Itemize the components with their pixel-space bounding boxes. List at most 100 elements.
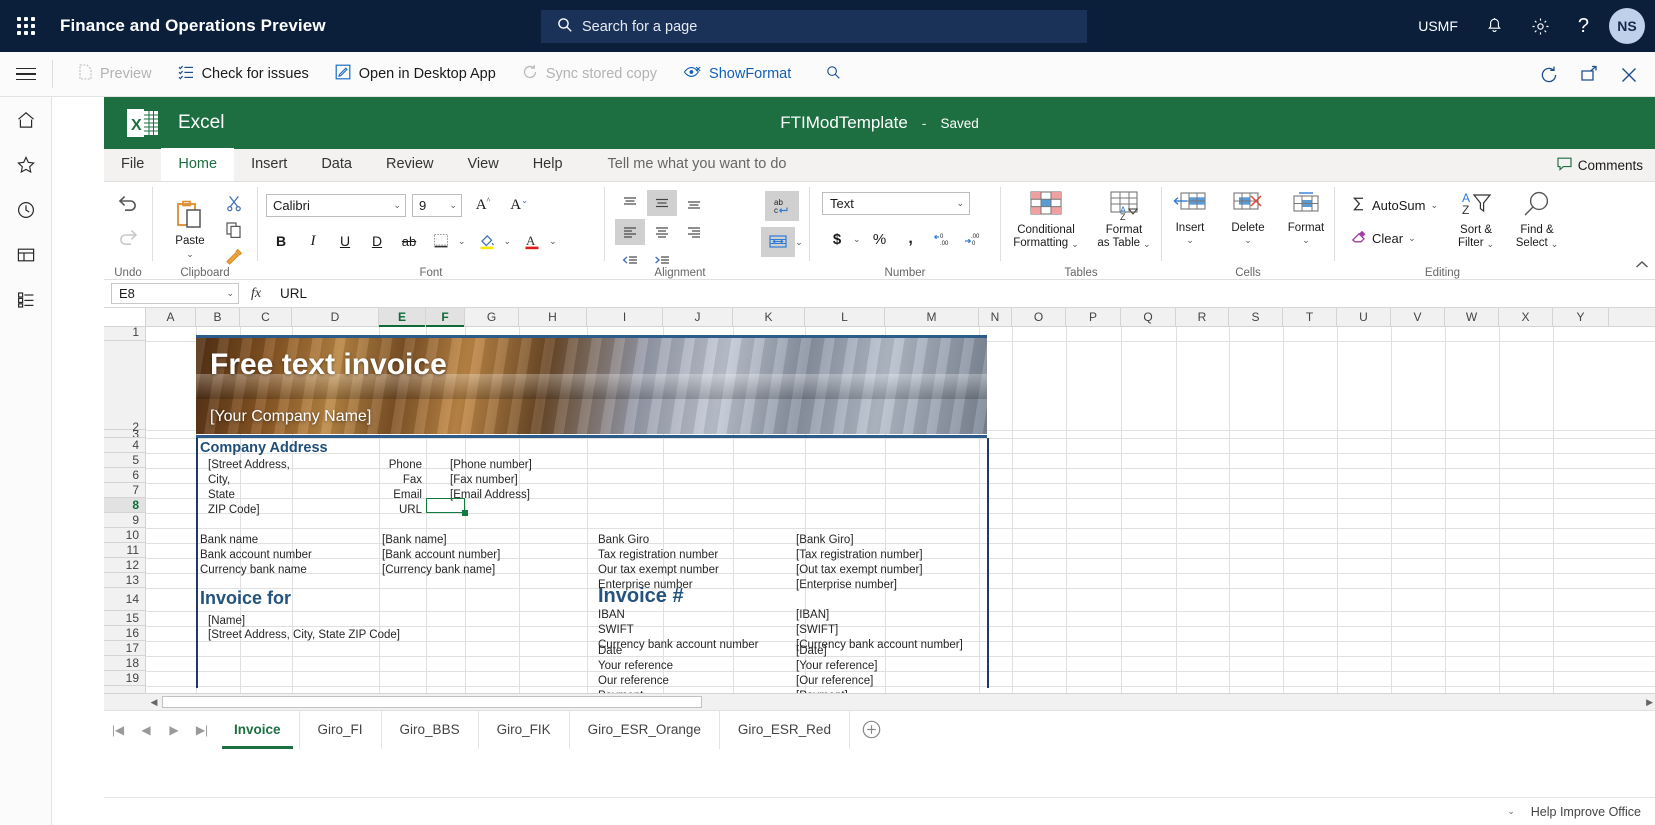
chevron-down-icon[interactable]: ⌄: [186, 249, 194, 259]
cell-tax-registration-number-value[interactable]: [Tax registration number]: [796, 548, 923, 562]
cell-our-reference-value[interactable]: [Our reference]: [796, 674, 873, 688]
align-bottom-button[interactable]: [679, 190, 709, 216]
row-header-7[interactable]: 7: [104, 483, 145, 498]
font-color-button[interactable]: A: [517, 228, 547, 254]
column-header-L[interactable]: L: [805, 308, 885, 326]
tell-me-input[interactable]: Tell me what you want to do: [608, 148, 787, 181]
sidebar-item-modules[interactable]: [0, 277, 52, 322]
sheet-tab-giro-fi[interactable]: Giro_FI: [300, 710, 382, 749]
copy-button[interactable]: [219, 217, 249, 243]
column-header-D[interactable]: D: [292, 308, 379, 326]
column-header-K[interactable]: K: [733, 308, 805, 326]
menu-icon[interactable]: [0, 52, 52, 97]
cell-iban-value[interactable]: [IBAN]: [796, 608, 829, 622]
cell-bank-name-value[interactable]: [Bank name]: [382, 533, 447, 547]
help-improve-office-link[interactable]: Help Improve Office: [1531, 805, 1641, 819]
column-header-R[interactable]: R: [1176, 308, 1229, 326]
cell-phone-label[interactable]: Phone: [346, 458, 422, 472]
comma-format-button[interactable]: ,: [896, 226, 926, 252]
sidebar-item-recent[interactable]: [0, 187, 52, 232]
cell-iban-label[interactable]: IBAN: [598, 608, 625, 622]
cell-phone-value[interactable]: [Phone number]: [450, 458, 532, 472]
sidebar-item-home[interactable]: [0, 97, 52, 142]
column-header-J[interactable]: J: [663, 308, 733, 326]
bold-button[interactable]: B: [266, 228, 296, 254]
cell-invoice-for-heading[interactable]: Invoice for: [200, 589, 291, 607]
cell-swift-value[interactable]: [SWIFT]: [796, 623, 838, 637]
chevron-down-icon[interactable]: ⌄: [1408, 233, 1416, 244]
align-top-button[interactable]: [615, 190, 645, 216]
chevron-down-icon[interactable]: ⌄: [795, 237, 803, 248]
row-header-14[interactable]: 14: [104, 588, 145, 611]
cell-bank-giro-value[interactable]: [Bank Giro]: [796, 533, 854, 547]
cell-our-tax-exempt-number-label[interactable]: Our tax exempt number: [598, 563, 719, 577]
double-underline-button[interactable]: D: [362, 228, 392, 254]
column-header-C[interactable]: C: [240, 308, 292, 326]
comments-button[interactable]: Comments: [1557, 153, 1643, 178]
align-center-button[interactable]: [647, 219, 677, 245]
row-header-16[interactable]: 16: [104, 626, 145, 641]
cell-address-line-3[interactable]: State: [208, 488, 235, 502]
chevron-down-icon[interactable]: ⌄: [1071, 239, 1079, 249]
first-sheet-arrow[interactable]: |◀: [104, 723, 132, 737]
last-sheet-arrow[interactable]: ▶|: [188, 723, 216, 737]
accounting-format-button[interactable]: $: [822, 226, 852, 252]
cell-our-reference-label[interactable]: Our reference: [598, 674, 669, 688]
tab-insert[interactable]: Insert: [234, 148, 304, 181]
column-header-S[interactable]: S: [1229, 308, 1283, 326]
previous-sheet-arrow[interactable]: ◀: [132, 723, 160, 737]
cell-invoice-for-address[interactable]: [Street Address, City, State ZIP Code]: [208, 628, 400, 642]
tab-home[interactable]: Home: [161, 148, 235, 181]
cell-email-label[interactable]: Email: [346, 488, 422, 502]
collapse-ribbon-icon[interactable]: [1635, 260, 1649, 273]
font-name-select[interactable]: Calibri ⌄: [266, 193, 406, 217]
autosum-button[interactable]: AutoSum ⌄: [1347, 194, 1442, 217]
clear-button[interactable]: Clear ⌄: [1347, 227, 1442, 250]
align-left-button[interactable]: [615, 219, 645, 245]
cell-currency-bank-name-label[interactable]: Currency bank name: [200, 563, 307, 577]
scrollbar-thumb[interactable]: [162, 696, 702, 708]
scroll-right-arrow[interactable]: ▶: [1646, 697, 1653, 708]
column-header-H[interactable]: H: [519, 308, 587, 326]
wrap-text-button[interactable]: ab c: [765, 191, 799, 221]
borders-button[interactable]: [426, 228, 456, 254]
sheet-tab-giro-esr-orange[interactable]: Giro_ESR_Orange: [570, 710, 720, 749]
cell-company-address-heading[interactable]: Company Address: [200, 441, 328, 456]
cell-our-tax-exempt-number-value[interactable]: [Out tax exempt number]: [796, 563, 923, 577]
show-format-button[interactable]: ShowFormat: [670, 52, 804, 97]
conditional-formatting-button[interactable]: Conditional Formatting ⌄: [1008, 190, 1084, 251]
sheet-tab-invoice[interactable]: Invoice: [216, 710, 300, 749]
column-header-G[interactable]: G: [465, 308, 519, 326]
column-header-X[interactable]: X: [1499, 308, 1553, 326]
chevron-down-icon[interactable]: ⌄: [1507, 806, 1515, 817]
paste-button[interactable]: Paste ⌄: [161, 199, 219, 259]
column-header-Q[interactable]: Q: [1121, 308, 1176, 326]
row-header-5[interactable]: 5: [104, 453, 145, 468]
column-header-B[interactable]: B: [196, 308, 240, 326]
row-header-12[interactable]: 12: [104, 558, 145, 573]
chevron-down-icon[interactable]: ⌄: [1244, 235, 1252, 245]
number-format-select[interactable]: Text ⌄: [822, 192, 970, 215]
row-header-8[interactable]: 8: [104, 498, 145, 513]
cell-address-line-4[interactable]: ZIP Code]: [208, 503, 260, 517]
row-header-18[interactable]: 18: [104, 656, 145, 671]
row-header-11[interactable]: 11: [104, 543, 145, 558]
chevron-down-icon[interactable]: ⌄: [853, 234, 861, 245]
find-and-select-button[interactable]: Find & Select ⌄: [1510, 190, 1564, 251]
scroll-left-arrow[interactable]: ◀: [146, 697, 162, 708]
undo-button[interactable]: [113, 190, 143, 216]
tab-data[interactable]: Data: [304, 148, 369, 181]
horizontal-scrollbar[interactable]: ◀ ▶: [104, 693, 1655, 710]
tab-view[interactable]: View: [451, 148, 516, 181]
cell-url-label[interactable]: URL: [346, 503, 422, 517]
row-header-13[interactable]: 13: [104, 573, 145, 588]
cell-address-line-1[interactable]: [Street Address,: [208, 458, 290, 472]
sort-and-filter-button[interactable]: A Z Sort & Filter ⌄: [1450, 190, 1502, 251]
next-sheet-arrow[interactable]: ▶: [160, 723, 188, 737]
column-header-I[interactable]: I: [587, 308, 663, 326]
row-header-15[interactable]: 15: [104, 611, 145, 626]
tab-review[interactable]: Review: [369, 148, 451, 181]
grid-cells-area[interactable]: Free text invoice [Your Company Name] Co…: [146, 327, 1655, 693]
sheet-tab-giro-bbs[interactable]: Giro_BBS: [382, 710, 479, 749]
row-header-19[interactable]: 19: [104, 671, 145, 686]
